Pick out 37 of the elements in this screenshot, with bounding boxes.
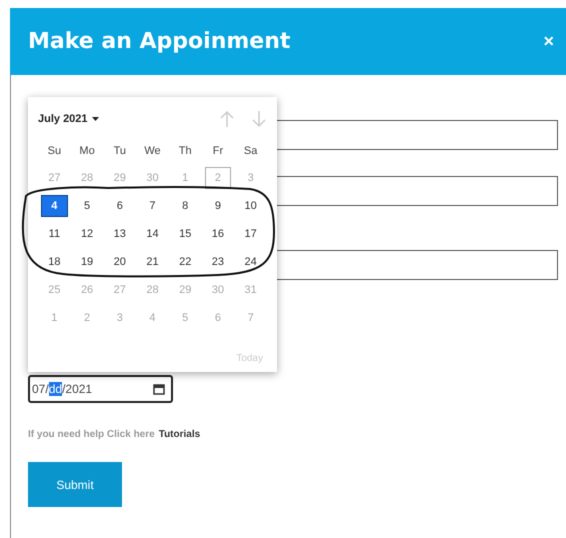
submit-button[interactable]: Submit <box>28 462 122 507</box>
date-value: 07/dd/2021 <box>32 382 92 396</box>
tutorials-link[interactable]: Tutorials <box>158 429 200 440</box>
calendar-day[interactable]: 4 <box>41 195 68 217</box>
calendar-icon[interactable] <box>153 384 165 394</box>
calendar-day[interactable]: 16 <box>204 223 232 245</box>
close-button[interactable]: × <box>543 31 554 52</box>
calendar-day[interactable]: 17 <box>237 223 264 245</box>
weekday-label: Su <box>46 144 62 159</box>
calendar-day[interactable]: 24 <box>237 251 264 273</box>
weekday-label: Sa <box>242 144 258 159</box>
calendar-day[interactable]: 18 <box>41 251 68 273</box>
calendar-day[interactable]: 14 <box>139 223 166 245</box>
calendar-day[interactable]: 6 <box>106 195 134 217</box>
weekday-label: Mo <box>78 144 96 159</box>
month-dropdown[interactable]: July 2021 <box>38 113 99 125</box>
calendar-day[interactable]: 15 <box>172 223 199 245</box>
calendar-day[interactable]: 10 <box>237 195 264 217</box>
calendar-day[interactable]: 21 <box>139 251 166 273</box>
calendar-day[interactable]: 7 <box>139 195 166 217</box>
weekday-label: Fr <box>212 144 224 159</box>
weekday-label: We <box>143 144 162 159</box>
calendar-day[interactable]: 12 <box>74 223 100 245</box>
calendar-day[interactable]: 11 <box>41 223 68 245</box>
help-text: If you need help Click here <box>28 429 155 440</box>
calendar-day[interactable]: 23 <box>204 251 232 273</box>
date-field[interactable]: 07/dd/2021 <box>28 375 173 403</box>
calendar-day[interactable]: 22 <box>172 251 199 273</box>
calendar-day[interactable]: 13 <box>106 223 134 245</box>
calendar-day[interactable]: 8 <box>172 195 199 217</box>
calendar-day[interactable]: 19 <box>74 251 100 273</box>
calendar-day[interactable]: 9 <box>204 195 232 217</box>
dialog-title: Make an Appoinment <box>28 29 290 54</box>
calendar-day[interactable]: 20 <box>106 251 134 273</box>
weekday-label: Tu <box>112 144 127 159</box>
weekday-label: Th <box>178 144 193 159</box>
calendar-day[interactable]: 5 <box>74 195 100 217</box>
